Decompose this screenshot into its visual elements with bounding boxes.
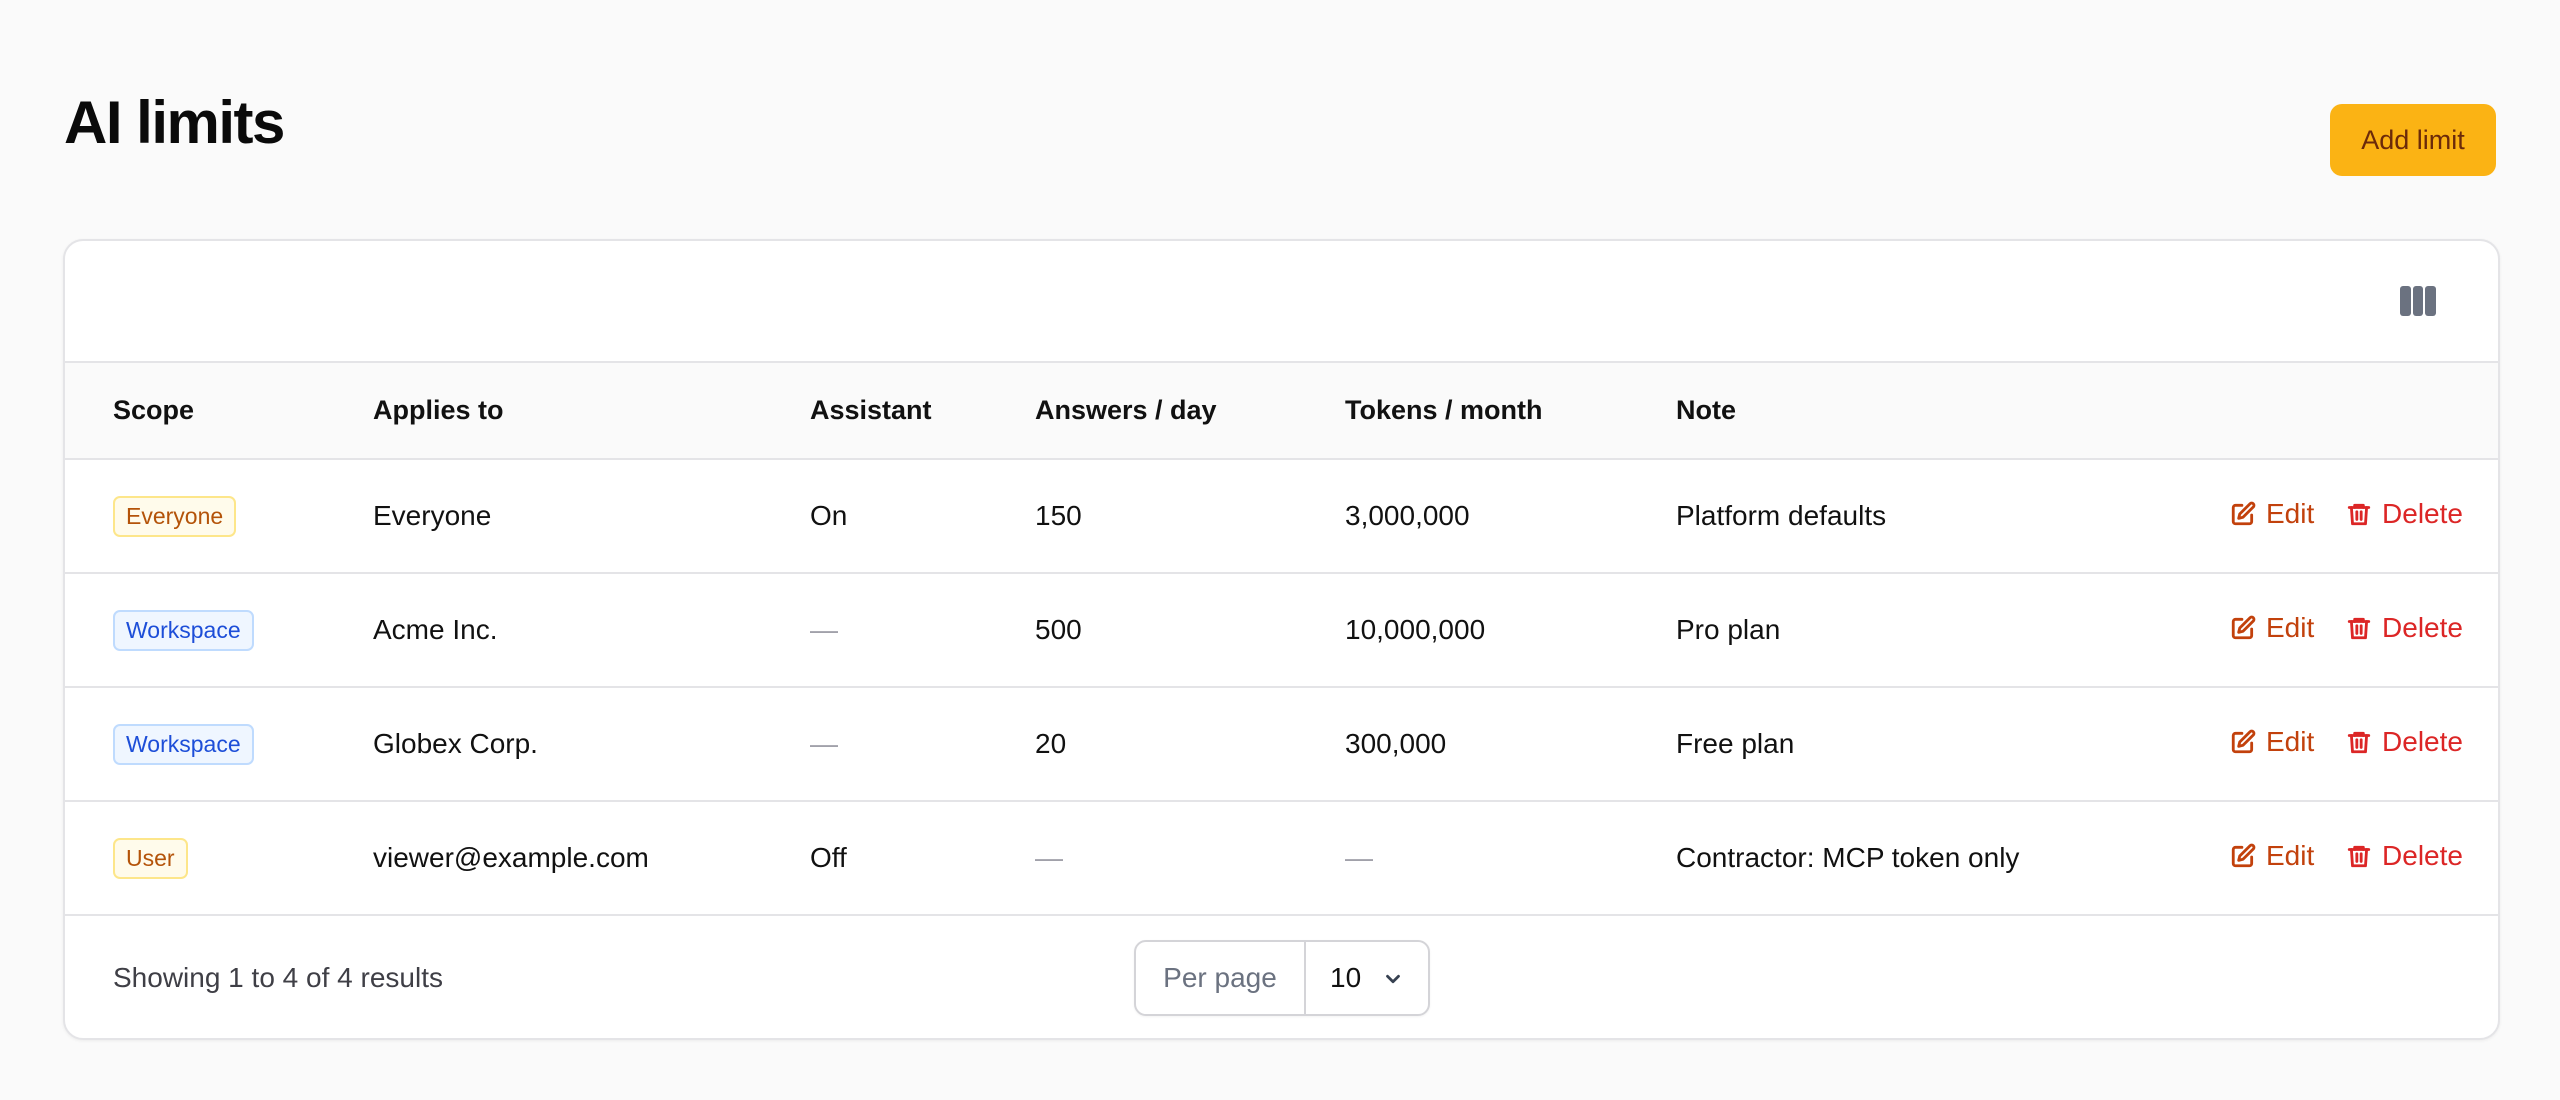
delete-button[interactable]: Delete — [2346, 498, 2463, 530]
edit-button[interactable]: Edit — [2230, 498, 2314, 530]
delete-label: Delete — [2382, 498, 2463, 529]
table-row: Workspace Acme Inc. — 500 10,000,000 Pro… — [65, 573, 2498, 688]
scope-badge: Workspace — [113, 609, 254, 651]
columns-icon[interactable] — [2400, 286, 2437, 316]
edit-label: Edit — [2266, 840, 2315, 871]
per-page-value: 10 — [1330, 962, 1362, 993]
edit-button[interactable]: Edit — [2230, 840, 2314, 872]
table-row: User viewer@example.com Off — — Contract… — [65, 801, 2498, 916]
edit-label: Edit — [2266, 498, 2315, 529]
assistant-cell: — — [810, 687, 1035, 802]
table-toolbar — [65, 241, 2498, 363]
note-cell: Contractor: MCP token only — [1676, 801, 2206, 916]
per-page-select[interactable]: 10 — [1306, 942, 1428, 1014]
column-header-note: Note — [1676, 363, 2206, 460]
answers-per-day-cell: 500 — [1035, 573, 1345, 688]
table-header-row: Scope Applies to Assistant Answers / day… — [65, 363, 2498, 460]
edit-button[interactable]: Edit — [2230, 726, 2314, 758]
column-header-scope: Scope — [113, 363, 373, 460]
assistant-cell: — — [810, 573, 1035, 688]
tokens-per-month-cell: 300,000 — [1345, 687, 1676, 802]
tokens-per-month-cell: 10,000,000 — [1345, 573, 1676, 688]
delete-label: Delete — [2382, 612, 2463, 643]
scope-badge: Everyone — [113, 495, 237, 537]
table-row: Workspace Globex Corp. — 20 300,000 Free… — [65, 687, 2498, 802]
per-page-label: Per page — [1136, 942, 1306, 1014]
pencil-square-icon — [2231, 615, 2256, 640]
answers-per-day-cell: 150 — [1035, 459, 1345, 574]
edit-button[interactable]: Edit — [2230, 612, 2314, 644]
note-cell: Free plan — [1676, 687, 2206, 802]
answers-per-day-cell: — — [1035, 801, 1345, 916]
limits-table-card: Scope Applies to Assistant Answers / day… — [63, 239, 2500, 1040]
page-title: AI limits — [64, 89, 285, 156]
add-limit-button[interactable]: Add limit — [2330, 104, 2496, 176]
page-header: AI limits Add limit — [64, 80, 2496, 180]
edit-label: Edit — [2266, 726, 2315, 757]
tokens-per-month-cell: — — [1345, 801, 1676, 916]
per-page-control: Per page 10 — [1134, 940, 1430, 1016]
delete-label: Delete — [2382, 840, 2463, 871]
assistant-cell: Off — [810, 801, 1035, 916]
limits-table: Scope Applies to Assistant Answers / day… — [65, 363, 2498, 916]
note-cell: Pro plan — [1676, 573, 2206, 688]
delete-label: Delete — [2382, 726, 2463, 757]
pencil-square-icon — [2231, 843, 2256, 868]
column-header-applies-to: Applies to — [373, 363, 810, 460]
table-footer: Showing 1 to 4 of 4 results Per page 10 — [65, 918, 2498, 1038]
column-header-answers-per-day: Answers / day — [1035, 363, 1345, 460]
pencil-square-icon — [2231, 501, 2256, 526]
pencil-square-icon — [2231, 729, 2256, 754]
table-row: Everyone Everyone On 150 3,000,000 Platf… — [65, 459, 2498, 574]
answers-per-day-cell: 20 — [1035, 687, 1345, 802]
scope-badge: Workspace — [113, 723, 254, 765]
trash-icon — [2347, 845, 2371, 868]
delete-button[interactable]: Delete — [2346, 726, 2463, 758]
results-summary: Showing 1 to 4 of 4 results — [113, 962, 443, 993]
chevron-down-icon — [1386, 974, 1400, 984]
scope-badge: User — [113, 837, 188, 879]
applies-to-cell: Everyone — [373, 459, 810, 574]
applies-to-cell: Acme Inc. — [373, 573, 810, 688]
delete-button[interactable]: Delete — [2346, 612, 2463, 644]
tokens-per-month-cell: 3,000,000 — [1345, 459, 1676, 574]
delete-button[interactable]: Delete — [2346, 840, 2463, 872]
column-header-tokens-per-month: Tokens / month — [1345, 363, 1676, 460]
trash-icon — [2347, 731, 2371, 754]
trash-icon — [2347, 617, 2371, 640]
applies-to-cell: viewer@example.com — [373, 801, 810, 916]
edit-label: Edit — [2266, 612, 2315, 643]
note-cell: Platform defaults — [1676, 459, 2206, 574]
column-header-assistant: Assistant — [810, 363, 1035, 460]
applies-to-cell: Globex Corp. — [373, 687, 810, 802]
assistant-cell: On — [810, 459, 1035, 574]
trash-icon — [2347, 503, 2371, 526]
